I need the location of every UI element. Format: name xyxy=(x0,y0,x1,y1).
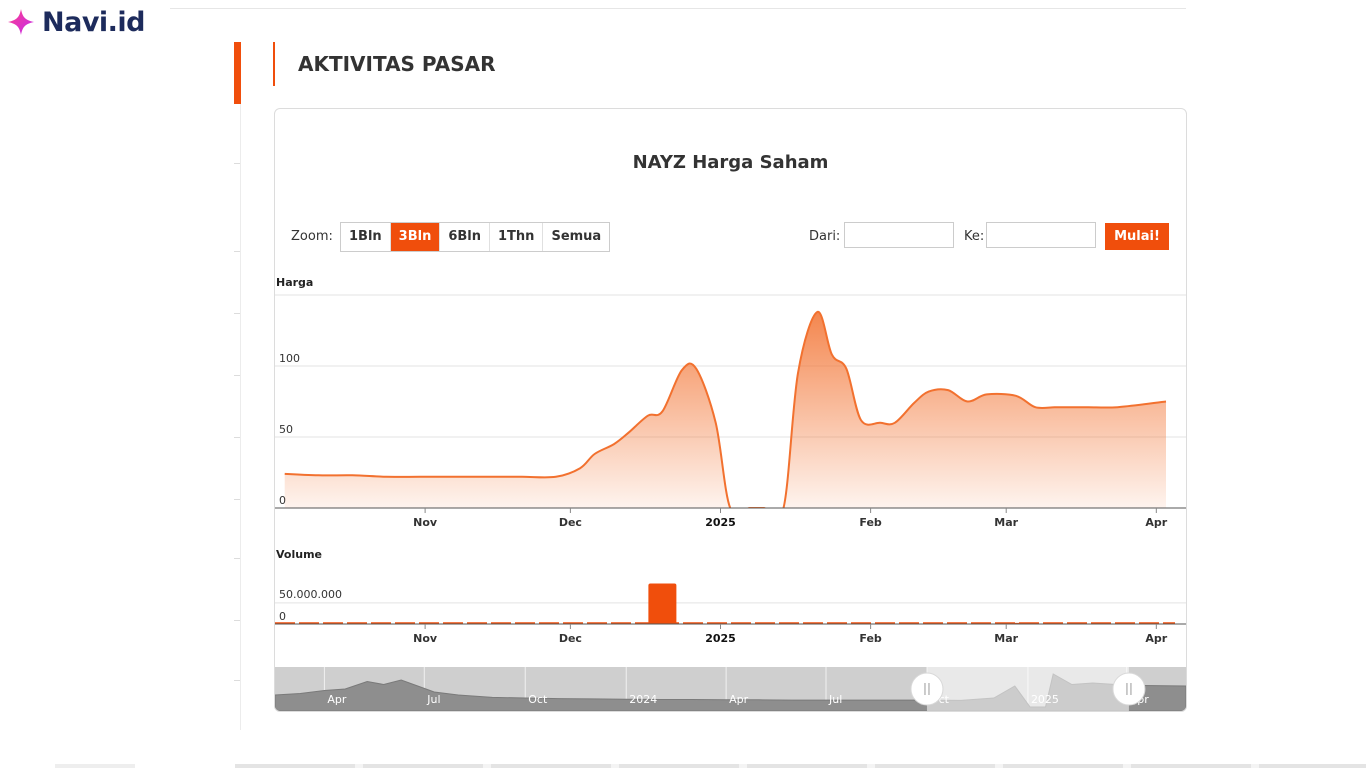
price-tick-label: 50 xyxy=(279,423,293,436)
sparkle-icon xyxy=(8,9,34,35)
rail-tick xyxy=(234,313,240,314)
navigator-handle[interactable] xyxy=(910,672,944,706)
top-divider xyxy=(170,8,1186,9)
volume-x-tick-label: Dec xyxy=(559,632,582,645)
volume-x-tick-label: Mar xyxy=(994,632,1018,645)
rail-tick xyxy=(234,163,240,164)
footer-edge xyxy=(55,764,135,768)
volume-bar xyxy=(648,583,677,624)
price-x-tick-label: Dec xyxy=(559,516,582,529)
rail-tick xyxy=(234,251,240,252)
rail-tick xyxy=(234,437,240,438)
section-header: AKTIVITAS PASAR xyxy=(273,42,496,86)
price-tick-label: 100 xyxy=(279,352,300,365)
navigator-label: Jul xyxy=(828,693,842,706)
volume-x-tick-label: Nov xyxy=(413,632,438,645)
navigator-label: Oct xyxy=(528,693,548,706)
navigator-label: Apr xyxy=(327,693,347,706)
price-x-tick-label: Nov xyxy=(413,516,438,529)
volume-tick-label: 50.000.000 xyxy=(279,588,342,601)
price-volume-chart: Harga050100Nov Dec 2025 Feb Mar AprVolume050.… xyxy=(275,276,1186,711)
section-title: AKTIVITAS PASAR xyxy=(298,52,496,76)
rail-tick xyxy=(234,375,240,376)
volume-tick-label: 0 xyxy=(279,610,286,623)
price-x-tick-label: Mar xyxy=(994,516,1018,529)
volume-x-tick-label: Feb xyxy=(859,632,882,645)
stock-chart-card: NAYZ Harga Saham Zoom: 1Bln 3Bln 6Bln 1T… xyxy=(274,108,1187,712)
rail-tick xyxy=(234,620,240,621)
navigator-selection xyxy=(926,667,1129,711)
volume-x-tick-label: Apr xyxy=(1145,632,1167,645)
price-x-tick-label: Apr xyxy=(1145,516,1167,529)
rail-tick xyxy=(234,499,240,500)
navigator-label: Jul xyxy=(426,693,440,706)
volume-axis-label: Volume xyxy=(276,548,322,561)
price-x-tick-label: Feb xyxy=(859,516,882,529)
left-rail-line xyxy=(240,104,241,730)
navigator-label: 2024 xyxy=(629,693,657,706)
volume-x-tick-label: 2025 xyxy=(705,632,736,645)
rail-tick xyxy=(234,680,240,681)
navi-logo[interactable]: Navi.id xyxy=(6,2,146,42)
price-x-tick-label: 2025 xyxy=(705,516,736,529)
navigator-handle[interactable] xyxy=(1112,672,1146,706)
logo-text: Navi.id xyxy=(42,6,146,38)
footer-edge xyxy=(235,764,1366,768)
left-rail-accent xyxy=(234,42,241,104)
rail-tick xyxy=(234,558,240,559)
navigator-label: Apr xyxy=(729,693,749,706)
price-axis-label: Harga xyxy=(276,276,313,289)
